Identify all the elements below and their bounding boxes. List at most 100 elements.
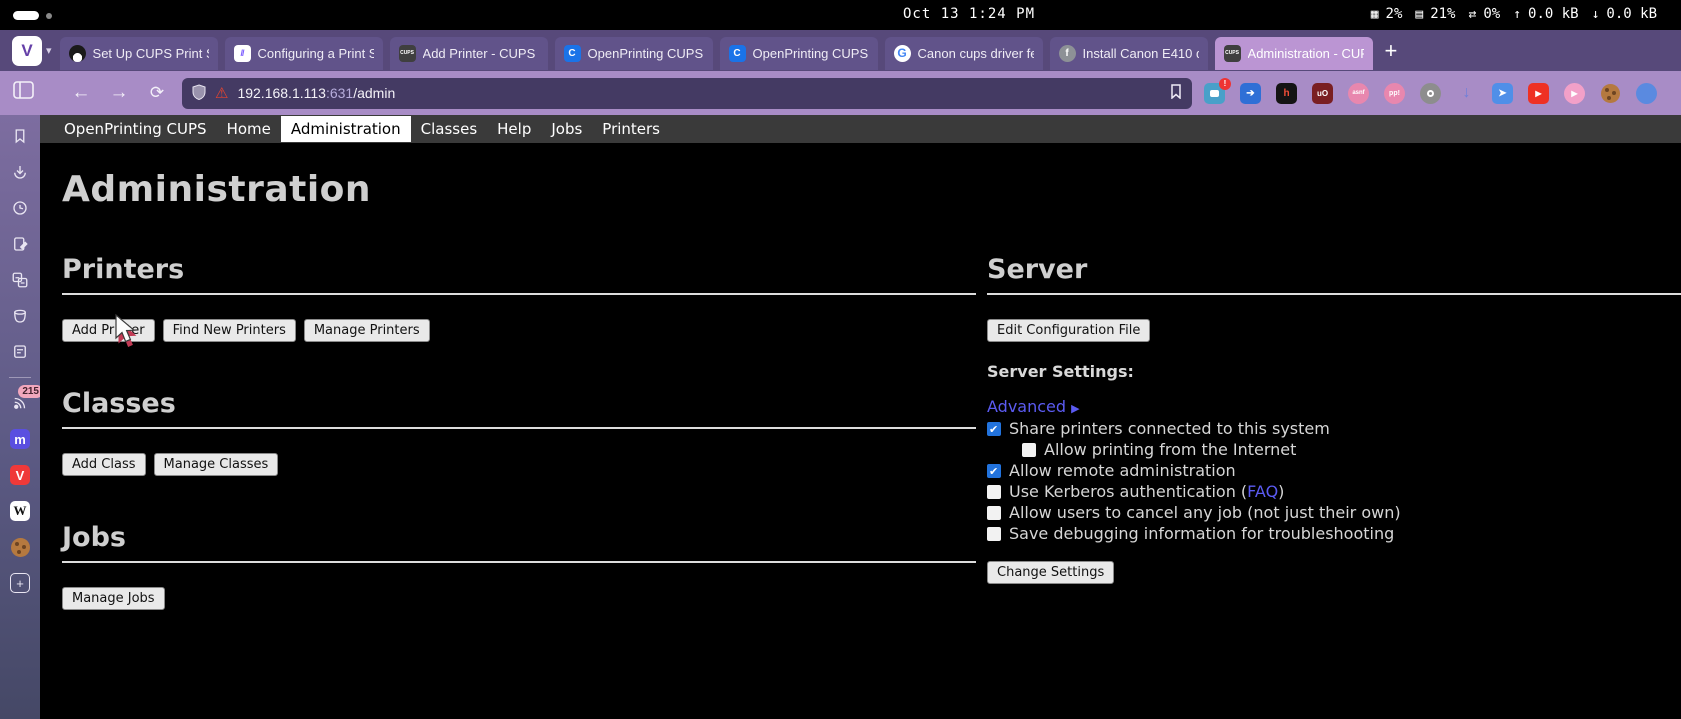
- edit-configuration-file-button[interactable]: Edit Configuration File: [987, 319, 1150, 342]
- new-tab-button[interactable]: +: [1385, 38, 1398, 64]
- nav-jobs[interactable]: Jobs: [541, 116, 592, 142]
- extension-toolbar: ! ➔ h uO asnf pp! ↓ ➤ ▶ ▶: [1204, 83, 1645, 104]
- cups-favicon: CUPS: [1224, 45, 1241, 62]
- translate-panel-icon[interactable]: [9, 269, 31, 291]
- sessions-panel-icon[interactable]: [9, 305, 31, 327]
- extension-down-arrow-icon[interactable]: ↓: [1456, 83, 1477, 104]
- extension-play-icon[interactable]: ▶: [1564, 83, 1585, 104]
- internet-printing-checkbox[interactable]: [1022, 443, 1036, 457]
- notification-badge: !: [1219, 78, 1231, 90]
- workspace-indicator-dot[interactable]: [46, 13, 52, 19]
- vivaldi-menu-button[interactable]: V: [12, 36, 42, 66]
- manage-jobs-button[interactable]: Manage Jobs: [62, 587, 165, 610]
- clock[interactable]: Oct 13 1:24 PM: [903, 6, 1035, 22]
- cups-page: OpenPrinting CUPS Home Administration Cl…: [40, 115, 1681, 719]
- option-save-debugging: Save debugging information for troublesh…: [987, 524, 1681, 543]
- extension-pink-badge-icon[interactable]: asnf: [1348, 83, 1369, 104]
- tab-openprinting-1[interactable]: C OpenPrinting CUPS: [555, 37, 713, 70]
- server-rule: [987, 293, 1681, 295]
- cups-blue-favicon: C: [564, 45, 581, 62]
- manage-classes-button[interactable]: Manage Classes: [154, 453, 279, 476]
- reading-list-panel-icon[interactable]: [9, 341, 31, 363]
- nav-help[interactable]: Help: [487, 116, 541, 142]
- url-text[interactable]: 192.168.1.113:631/admin: [237, 85, 1162, 101]
- notes-panel-icon[interactable]: [9, 233, 31, 255]
- forward-button[interactable]: →: [100, 82, 138, 104]
- feeds-panel-icon[interactable]: 215: [9, 392, 31, 414]
- find-new-printers-button[interactable]: Find New Printers: [163, 319, 296, 342]
- tab-configuring-print-server[interactable]: // Configuring a Print Serve...: [225, 37, 383, 70]
- change-settings-button[interactable]: Change Settings: [987, 561, 1114, 584]
- nav-administration[interactable]: Administration: [281, 116, 411, 142]
- kerberos-checkbox[interactable]: [987, 485, 1001, 499]
- extension-pp-icon[interactable]: pp!: [1384, 83, 1405, 104]
- server-options: Share printers connected to this system …: [987, 419, 1681, 543]
- classes-heading: Classes: [62, 388, 976, 419]
- share-printers-checkbox[interactable]: [987, 422, 1001, 436]
- extension-partial-icon[interactable]: [1636, 83, 1657, 104]
- page-content: Administration Printers Add Printer Find…: [40, 169, 1681, 620]
- shield-icon[interactable]: [192, 84, 206, 103]
- option-label: Share printers connected to this system: [1009, 419, 1330, 438]
- tab-install-canon-driver[interactable]: f Install Canon E410 driver: [1050, 37, 1208, 70]
- extension-gray-dot-icon[interactable]: [1420, 83, 1441, 104]
- downloads-panel-icon[interactable]: [9, 161, 31, 183]
- cups-nav-bar: OpenPrinting CUPS Home Administration Cl…: [40, 115, 1681, 143]
- reload-button[interactable]: ⟳: [138, 83, 176, 103]
- add-web-panel-icon[interactable]: +: [9, 572, 31, 594]
- server-heading: Server: [987, 254, 1681, 285]
- net-download: 0.0 kB: [1606, 6, 1657, 22]
- menu-caret-icon[interactable]: ▾: [46, 44, 52, 57]
- workspace-indicator-active[interactable]: [13, 11, 39, 20]
- add-class-button[interactable]: Add Class: [62, 453, 146, 476]
- net-upload: 0.0 kB: [1528, 6, 1579, 22]
- left-column: Printers Add Printer Find New Printers M…: [62, 240, 976, 620]
- tab-cups-setup[interactable]: Set Up CUPS Print Server...: [60, 37, 218, 70]
- nav-classes[interactable]: Classes: [411, 116, 488, 142]
- back-button[interactable]: ←: [62, 82, 100, 104]
- system-stats[interactable]: ▦2% ▤21% ⇄0% ↑0.0 kB ↓0.0 kB: [1371, 6, 1657, 22]
- slashes-favicon: //: [234, 45, 251, 62]
- printers-rule: [62, 293, 976, 295]
- nav-home[interactable]: Home: [217, 116, 281, 142]
- panel-toggle-icon[interactable]: [13, 81, 34, 105]
- extension-cookie-icon[interactable]: [1600, 83, 1621, 104]
- extension-fdm-icon[interactable]: ➔: [1240, 83, 1261, 104]
- extension-honey-icon[interactable]: h: [1276, 83, 1297, 104]
- wikipedia-panel-icon[interactable]: W: [9, 500, 31, 522]
- extension-dislike-icon[interactable]: ▶: [1528, 83, 1549, 104]
- option-share-printers: Share printers connected to this system: [987, 419, 1681, 438]
- tab-add-printer[interactable]: CUPS Add Printer - CUPS 2.4.14: [390, 37, 548, 70]
- extension-meet-icon[interactable]: !: [1204, 83, 1225, 104]
- option-label: Use Kerberos authentication (FAQ): [1009, 482, 1284, 501]
- faq-link[interactable]: FAQ: [1247, 482, 1278, 501]
- fedora-favicon: f: [1059, 45, 1076, 62]
- remote-admin-checkbox[interactable]: [987, 464, 1001, 478]
- nav-printers[interactable]: Printers: [592, 116, 670, 142]
- cups-favicon: CUPS: [399, 45, 416, 62]
- vivaldi-panel-icon[interactable]: V: [9, 464, 31, 486]
- url-field[interactable]: ⚠ 192.168.1.113:631/admin: [182, 78, 1192, 109]
- upload-icon: ↑: [1513, 7, 1521, 22]
- add-printer-button[interactable]: Add Printer: [62, 319, 155, 342]
- mastodon-panel-icon[interactable]: m: [9, 428, 31, 450]
- cancel-any-job-checkbox[interactable]: [987, 506, 1001, 520]
- insecure-warning-icon[interactable]: ⚠: [215, 84, 228, 102]
- save-debugging-checkbox[interactable]: [987, 527, 1001, 541]
- history-panel-icon[interactable]: [9, 197, 31, 219]
- advanced-link[interactable]: Advanced ▶: [987, 397, 1681, 416]
- option-label: Allow remote administration: [1009, 461, 1236, 480]
- tab-cups-administration-active[interactable]: CUPS Administration - CUPS 2.4.1: [1215, 37, 1373, 70]
- cookie-panel-icon[interactable]: [9, 536, 31, 558]
- manage-printers-button[interactable]: Manage Printers: [304, 319, 430, 342]
- extension-pointer-icon[interactable]: ➤: [1492, 83, 1513, 104]
- tab-canon-driver-search[interactable]: G Canon cups driver fedora...: [885, 37, 1043, 70]
- extension-ublock-icon[interactable]: uO: [1312, 83, 1333, 104]
- tab-openprinting-2[interactable]: C OpenPrinting CUPS: [720, 37, 878, 70]
- option-cancel-any-job: Allow users to cancel any job (not just …: [987, 503, 1681, 522]
- address-bar: ← → ⟳ ⚠ 192.168.1.113:631/admin ! ➔ h uO…: [0, 71, 1681, 115]
- url-port: :631: [326, 85, 353, 101]
- bookmarks-panel-icon[interactable]: [9, 125, 31, 147]
- nav-brand[interactable]: OpenPrinting CUPS: [54, 116, 217, 142]
- bookmark-icon[interactable]: [1170, 84, 1182, 102]
